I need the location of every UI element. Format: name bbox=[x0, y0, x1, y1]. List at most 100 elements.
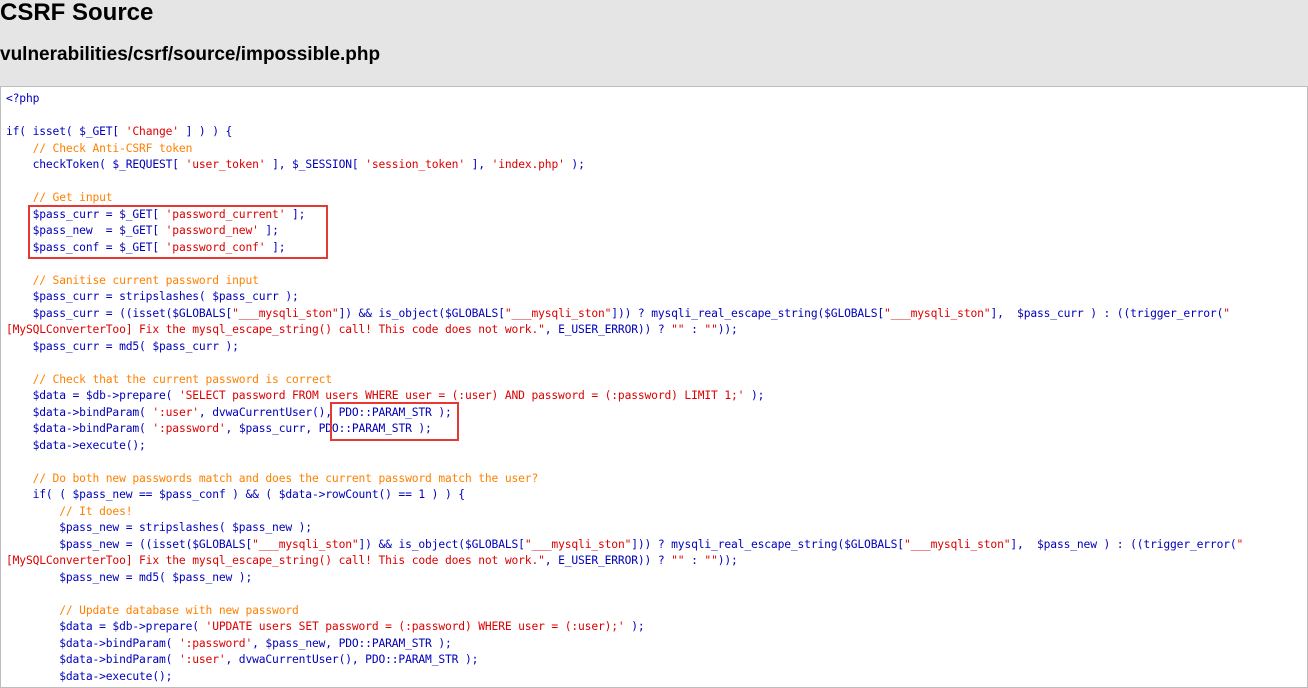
code-line: $pass_new = $_GET[ 'password_new' ]; bbox=[6, 223, 1243, 240]
code-token: ':user' bbox=[152, 405, 199, 419]
code-token: $pass_new = $_GET[ bbox=[6, 224, 166, 237]
code-token: if( isset( $_GET[ bbox=[6, 125, 126, 138]
code-line: $pass_conf = $_GET[ 'password_conf' ]; bbox=[6, 240, 1243, 257]
code-line: // Update database with new password bbox=[6, 603, 1243, 620]
code-token: "___mysqli_ston" bbox=[884, 306, 991, 320]
code-token: "" bbox=[671, 323, 685, 336]
code-token: // It does! bbox=[6, 504, 133, 518]
code-line: $data->execute(); bbox=[6, 438, 1243, 455]
code-token: "___mysqli_ston" bbox=[903, 537, 1011, 551]
code-token: ], $pass_curr ) : ((trigger_error( bbox=[990, 306, 1224, 320]
code-token: ], $pass_new ) : ((trigger_error( bbox=[1010, 537, 1237, 551]
code-line: $pass_curr = stripslashes( $pass_curr ); bbox=[6, 289, 1243, 306]
code-token: "" bbox=[704, 554, 718, 567]
code-line: // Check that the current password is co… bbox=[6, 372, 1243, 389]
code-token: ':password' bbox=[178, 636, 253, 650]
code-line: // Check Anti-CSRF token bbox=[6, 141, 1243, 158]
code-token: $pass_curr = ((isset($GLOBALS[ bbox=[6, 306, 233, 320]
code-token: ]; bbox=[285, 207, 306, 221]
code-token: )); bbox=[717, 323, 738, 336]
code-token: $pass_curr = stripslashes( $pass_curr ); bbox=[6, 290, 299, 303]
code-token: "" bbox=[671, 554, 685, 567]
code-token: ], $_SESSION[ bbox=[265, 158, 366, 171]
code-line: [MySQLConverterToo] Fix the mysql_escape… bbox=[6, 553, 1243, 570]
code-line: // Get input bbox=[6, 190, 1243, 207]
code-line: if( isset( $_GET[ 'Change' ] ) ) { bbox=[6, 124, 1243, 141]
code-token: $data->execute(); bbox=[6, 669, 173, 683]
code-token: , dvwaCurrentUser(), PDO::PARAM_STR ); bbox=[198, 405, 452, 419]
code-token: , dvwaCurrentUser(), PDO::PARAM_STR ); bbox=[225, 653, 479, 666]
code-token: // Update database with new password bbox=[6, 603, 299, 617]
code-token: $data = $db->prepare( bbox=[6, 389, 179, 402]
code-token: 'user_token' bbox=[185, 158, 266, 171]
code-line: $pass_new = md5( $pass_new ); bbox=[6, 570, 1243, 587]
code-token: ])) ? mysqli_real_escape_string($GLOBALS… bbox=[631, 537, 904, 551]
code-token: ':password' bbox=[152, 422, 226, 435]
code-token: $data->bindParam( bbox=[6, 653, 179, 666]
code-line: <?php bbox=[6, 91, 1243, 108]
code-token: checkToken( $_REQUEST[ bbox=[6, 158, 186, 171]
code-token: 'password_new' bbox=[165, 224, 259, 237]
code-line: // It does! bbox=[6, 504, 1243, 521]
code-token: 'UPDATE users SET password = (:password)… bbox=[205, 620, 625, 633]
code-line: [MySQLConverterToo] Fix the mysql_escape… bbox=[6, 322, 1243, 339]
code-token: " bbox=[1236, 537, 1244, 551]
code-line: $data->bindParam( ':user', dvwaCurrentUs… bbox=[6, 652, 1243, 669]
code-token: // Check Anti-CSRF token bbox=[6, 141, 193, 155]
code-token: ); bbox=[744, 389, 765, 402]
code-token: )); bbox=[717, 554, 738, 567]
code-token: [MySQLConverterToo] Fix the mysql_escape… bbox=[6, 554, 545, 567]
code-line: $pass_curr = $_GET[ 'password_current' ]… bbox=[6, 207, 1243, 224]
code-token: if( ( $pass_new == $pass_conf ) && ( $da… bbox=[6, 488, 466, 501]
code-token: 'Change' bbox=[125, 125, 179, 138]
code-token: // Check that the current password is co… bbox=[6, 372, 332, 386]
code-token: $data->execute(); bbox=[6, 438, 146, 452]
code-line: $pass_curr = md5( $pass_curr ); bbox=[6, 339, 1243, 356]
code-token: ); bbox=[564, 158, 585, 171]
code-line: $pass_new = ((isset($GLOBALS["___mysqli_… bbox=[6, 537, 1243, 554]
code-token: ]) && is_object($GLOBALS[ bbox=[338, 306, 505, 320]
code-token: $data->bindParam( bbox=[6, 405, 153, 419]
code-token: $pass_curr = $_GET[ bbox=[6, 207, 166, 221]
code-token: 'index.php' bbox=[491, 158, 565, 171]
code-token: "___mysqli_ston" bbox=[252, 537, 359, 551]
code-token: // Sanitise current password input bbox=[6, 273, 259, 287]
source-file-path: vulnerabilities/csrf/source/impossible.p… bbox=[0, 44, 381, 65]
code-token: [MySQLConverterToo] Fix the mysql_escape… bbox=[6, 323, 545, 336]
code-token: , $pass_new, PDO::PARAM_STR ); bbox=[252, 636, 452, 650]
code-line: // Sanitise current password input bbox=[6, 273, 1243, 290]
code-token: : bbox=[684, 323, 705, 336]
code-token: ] ) ) { bbox=[178, 125, 233, 138]
code-token: ]; bbox=[258, 224, 279, 237]
code-token: $pass_new = stripslashes( $pass_new ); bbox=[6, 521, 312, 534]
code-line: $pass_new = stripslashes( $pass_new ); bbox=[6, 520, 1243, 537]
source-code-box: <?php if( isset( $_GET[ 'Change' ] ) ) {… bbox=[0, 86, 1308, 688]
code-token: 'password_conf' bbox=[165, 240, 266, 254]
code-token: , $pass_curr, PDO::PARAM_STR ); bbox=[225, 422, 432, 435]
code-token: "___mysqli_ston" bbox=[232, 306, 339, 320]
code-token: $pass_curr = md5( $pass_curr ); bbox=[6, 339, 239, 353]
code-line: $data = $db->prepare( 'SELECT password F… bbox=[6, 388, 1243, 405]
code-token: : bbox=[684, 554, 705, 567]
code-token: ); bbox=[624, 620, 645, 633]
code-token: ]; bbox=[265, 240, 286, 254]
code-token: $data = $db->prepare( bbox=[6, 620, 206, 633]
code-line: $data->bindParam( ':user', dvwaCurrentUs… bbox=[6, 405, 1243, 422]
code-token: ]) && is_object($GLOBALS[ bbox=[358, 537, 525, 551]
code-token: "___mysqli_ston" bbox=[524, 537, 632, 551]
code-token: , E_USER_ERROR)) ? bbox=[544, 554, 672, 567]
code-token: " bbox=[1223, 306, 1230, 320]
code-token: 'password_current' bbox=[165, 207, 286, 221]
code-line: if( ( $pass_new == $pass_conf ) && ( $da… bbox=[6, 487, 1243, 504]
code-token: ], bbox=[464, 158, 492, 171]
code-line: // Do both new passwords match and does … bbox=[6, 471, 1243, 488]
code-token: $pass_new = ((isset($GLOBALS[ bbox=[6, 537, 253, 551]
code-token: // Do both new passwords match and does … bbox=[6, 471, 539, 485]
source-code: <?php if( isset( $_GET[ 'Change' ] ) ) {… bbox=[6, 91, 1243, 685]
code-token: $data->bindParam( bbox=[6, 636, 179, 650]
